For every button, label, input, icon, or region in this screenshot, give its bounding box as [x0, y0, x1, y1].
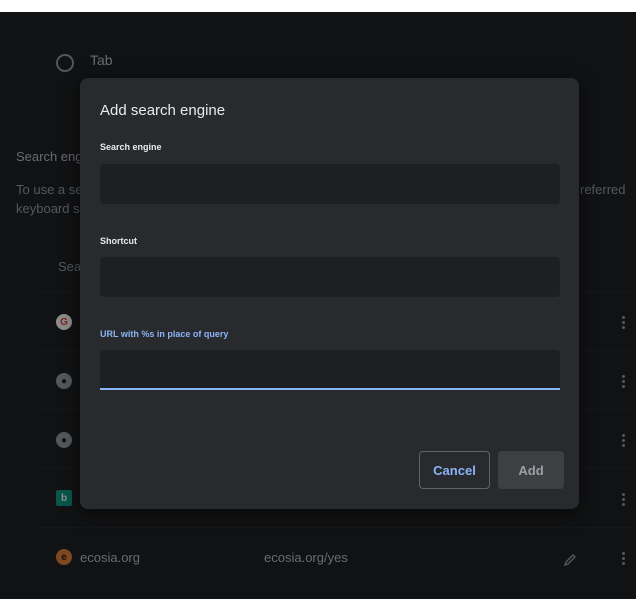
- add-search-engine-dialog: Add search engine Search engine Shortcut…: [80, 78, 579, 509]
- shortcut-input[interactable]: [100, 257, 560, 297]
- search-engine-label: Search engine: [100, 142, 162, 152]
- url-input[interactable]: [100, 350, 560, 390]
- cancel-button[interactable]: Cancel: [419, 451, 490, 489]
- shortcut-label: Shortcut: [100, 236, 137, 246]
- settings-screen: Tab Search eng To use a se referred keyb…: [0, 12, 636, 599]
- search-engine-input[interactable]: [100, 164, 560, 204]
- dialog-title: Add search engine: [100, 102, 226, 119]
- url-label: URL with %s in place of query: [100, 329, 229, 339]
- add-button[interactable]: Add: [498, 451, 564, 489]
